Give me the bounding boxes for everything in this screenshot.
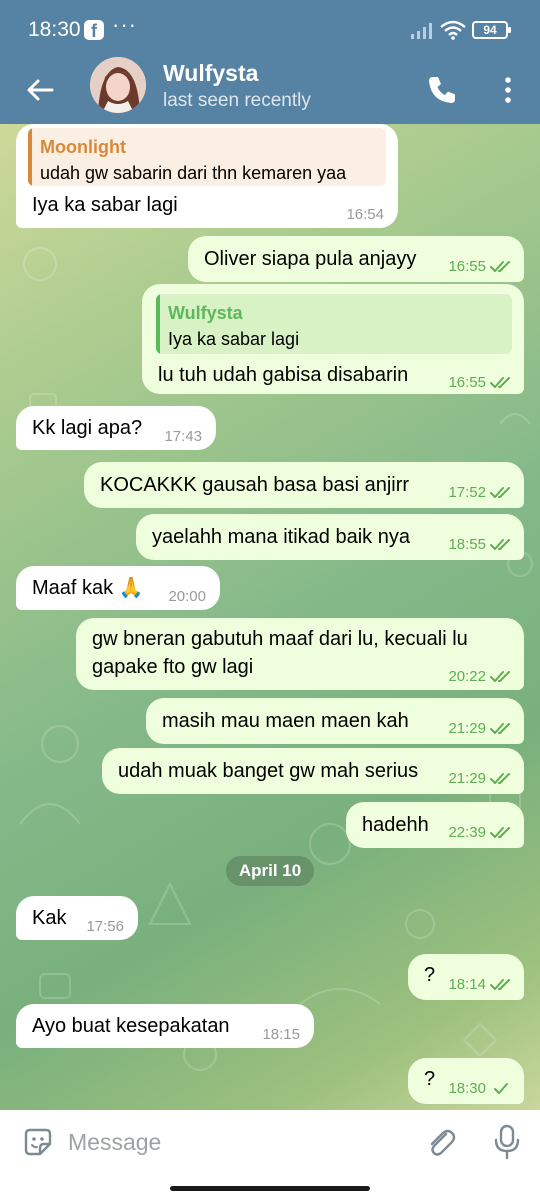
wifi-icon [440,20,466,40]
reply-quote[interactable]: Wulfysta Iya ka sabar lagi [156,294,512,354]
message-outgoing[interactable]: KOCAKKK gausah basa basi anjirr 17:52 [84,462,524,508]
sticker-icon[interactable] [22,1126,54,1158]
back-arrow-icon[interactable] [18,68,62,112]
message-outgoing[interactable]: ? 18:14 [408,954,524,1000]
double-check-icon [490,377,510,388]
message-text: ? [424,964,436,986]
double-check-icon [490,979,510,990]
phone-icon[interactable] [420,68,464,112]
signal-icon [411,23,432,39]
message-incoming[interactable]: Ayo buat kesepakatan 18:15 [16,1004,314,1048]
message-outgoing[interactable]: Oliver siapa pula anjayy 16:55 [188,236,524,282]
message-outgoing[interactable]: ? 18:30 [408,1058,524,1104]
message-time: 18:55 [448,532,514,558]
message-time: 21:29 [448,716,514,742]
message-text: masih mau maen maen kah [162,710,409,732]
double-check-icon [490,671,510,682]
message-time: 16:55 [448,254,514,280]
facebook-notification-icon: f [84,20,104,41]
reply-author: Wulfysta [168,303,243,323]
message-text: Kk lagi apa? [32,417,143,439]
reply-quote[interactable]: Moonlight udah gw sabarin dari thn kemar… [28,128,386,186]
contact-status: last seen recently [163,90,311,111]
chat-area[interactable]: Moonlight udah gw sabarin dari thn kemar… [0,124,540,1110]
message-text: KOCAKKK gausah basa basi anjirr [100,474,410,496]
single-check-icon [494,1083,508,1094]
message-time: 22:39 [448,820,514,846]
message-time: 18:30 [448,1076,514,1102]
message-time: 17:56 [86,918,124,935]
message-time: 17:52 [448,480,514,506]
status-time: 18:30 [28,18,81,41]
message-text: Maaf kak 🙏 [32,577,144,599]
reply-text: udah gw sabarin dari thn kemaren yaa [40,163,347,183]
message-outgoing[interactable]: yaelahh mana itikad baik nya 18:55 [136,514,524,560]
battery-indicator: 94 [472,21,511,39]
avatar-photo [90,57,146,113]
message-time: 20:22 [448,664,514,690]
message-outgoing[interactable]: udah muak banget gw mah serius 21:29 [102,748,524,794]
status-bar: 18:30 f ··· 94 [0,0,540,60]
message-text: Kak [32,907,67,929]
paperclip-icon[interactable] [424,1126,458,1160]
message-outgoing[interactable]: hadehh 22:39 [346,802,524,848]
double-check-icon [490,723,510,734]
message-time: 18:14 [448,972,514,998]
message-text: ? [424,1068,436,1090]
reply-text: Iya ka sabar lagi [168,329,300,349]
double-check-icon [490,827,510,838]
contact-name[interactable]: Wulfysta [163,60,258,87]
double-check-icon [490,539,510,550]
double-check-icon [490,487,510,498]
reply-bar [28,128,32,186]
message-text: Iya ka sabar lagi [32,194,178,216]
chat-header: Wulfysta last seen recently [0,57,540,124]
message-text-line-2: gapake fto gw lagi [92,656,254,678]
system-navigation-bar [0,1172,540,1200]
message-text: udah muak banget gw mah serius [118,760,419,782]
message-incoming[interactable]: Kak 17:56 [16,896,138,940]
message-time: 17:43 [164,428,202,445]
message-input[interactable] [68,1120,398,1164]
message-time: 16:55 [448,370,514,396]
message-outgoing[interactable]: Wulfysta Iya ka sabar lagi lu tuh udah g… [142,284,524,394]
message-time: 16:54 [346,206,384,223]
double-check-icon [490,261,510,272]
avatar[interactable] [90,57,146,113]
more-vertical-icon[interactable] [488,68,528,112]
message-text: yaelahh mana itikad baik nya [152,526,410,548]
microphone-icon[interactable] [492,1124,522,1160]
message-text: gw bneran gabutuh maaf dari lu, kecuali … [92,628,468,650]
date-separator: April 10 [226,856,314,886]
message-composer [0,1110,540,1172]
message-incoming[interactable]: Kk lagi apa? 17:43 [16,406,216,450]
double-check-icon [490,773,510,784]
message-time: 20:00 [168,588,206,605]
message-time: 18:15 [262,1026,300,1043]
message-outgoing[interactable]: gw bneran gabutuh maaf dari lu, kecuali … [76,618,524,690]
message-text: Oliver siapa pula anjayy [204,248,417,270]
home-gesture-handle[interactable] [170,1186,370,1191]
reply-bar [156,294,160,354]
message-incoming[interactable]: Maaf kak 🙏 20:00 [16,566,220,610]
message-incoming[interactable]: Moonlight udah gw sabarin dari thn kemar… [16,124,398,228]
message-text: Ayo buat kesepakatan [32,1015,230,1037]
reply-author: Moonlight [40,137,126,157]
message-text: hadehh [362,814,429,836]
message-time: 21:29 [448,766,514,792]
message-text: lu tuh udah gabisa disabarin [158,364,409,386]
message-outgoing[interactable]: masih mau maen maen kah 21:29 [146,698,524,744]
more-notifications-icon: ··· [112,12,137,37]
